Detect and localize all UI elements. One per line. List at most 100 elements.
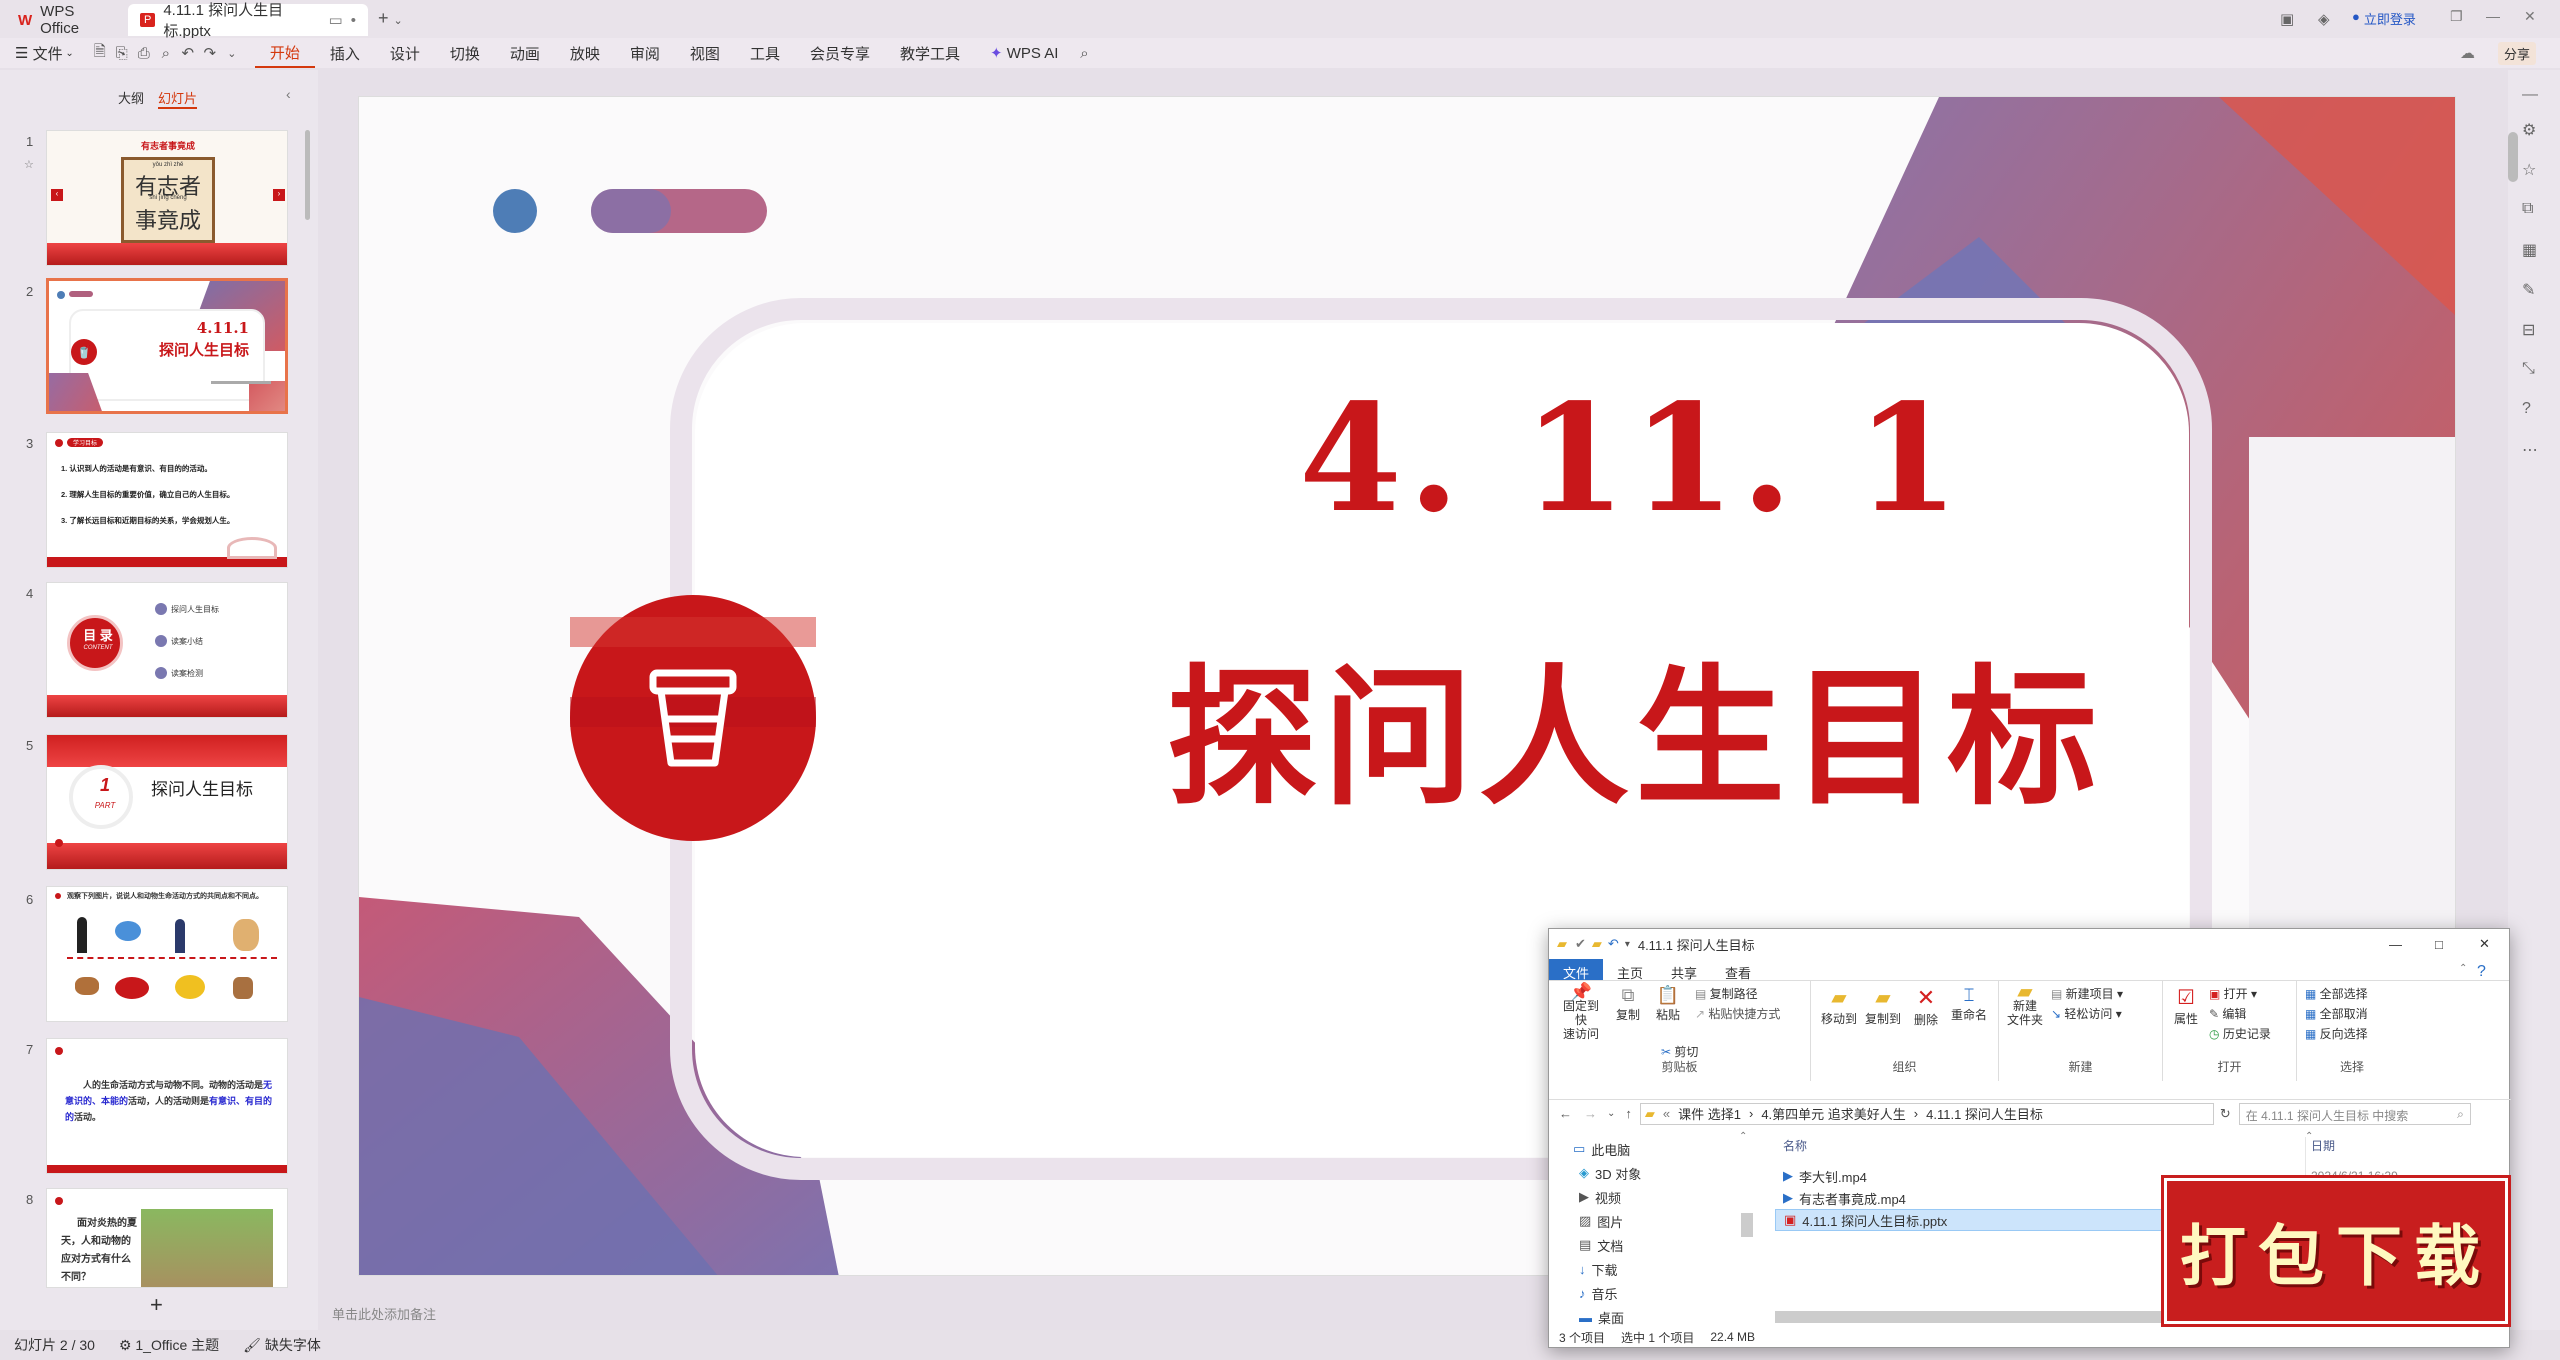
paste-button[interactable]: 📋 粘贴: [1651, 985, 1685, 1023]
nav-downloads[interactable]: ↓ 下载: [1549, 1257, 1757, 1281]
nav-music[interactable]: ♪ 音乐: [1549, 1281, 1757, 1305]
tab-insert[interactable]: 插入: [315, 38, 375, 68]
qa-dropdown-icon[interactable]: ▾: [1625, 939, 1630, 950]
slide-title-text[interactable]: 探问人生目标: [1167, 617, 2103, 834]
close-window-button[interactable]: ✕: [2524, 8, 2536, 25]
nav-videos[interactable]: ▶ 视频: [1549, 1185, 1757, 1209]
tab-view[interactable]: 查看: [1711, 959, 1765, 981]
quick-access-icon[interactable]: ✔: [1575, 936, 1586, 952]
undo-icon[interactable]: ↶: [177, 44, 199, 62]
redo-icon[interactable]: ↷: [199, 44, 221, 62]
column-date-header[interactable]: 日期: [2311, 1137, 2335, 1154]
properties-button[interactable]: ☑ 属性: [2169, 985, 2203, 1027]
tab-teaching[interactable]: 教学工具: [885, 38, 975, 68]
new-folder-icon[interactable]: ▰: [1592, 936, 1602, 952]
document-tab[interactable]: P 4.11.1 探问人生目标.pptx ▭ •: [128, 2, 368, 40]
tab-animation[interactable]: 动画: [495, 38, 555, 68]
outline-tab[interactable]: 大纲: [118, 88, 144, 107]
copy-icon[interactable]: ⧉: [2522, 200, 2533, 218]
monitor-icon[interactable]: ▭: [329, 11, 343, 29]
app-home-tab[interactable]: W WPS Office: [6, 3, 126, 37]
slide-thumb-7[interactable]: 人的生命活动方式与动物不同。动物的活动是无意识的、本能的活动，人的活动则是有意识…: [46, 1038, 288, 1174]
recent-icon[interactable]: ⌄: [1607, 1108, 1615, 1119]
breadcrumb[interactable]: 4.11.1 探问人生目标: [1926, 1104, 2043, 1123]
tab-slideshow[interactable]: 放映: [555, 38, 615, 68]
tab-share[interactable]: 共享: [1657, 959, 1711, 981]
new-item-button[interactable]: ▤ 新建项目 ▾: [2051, 985, 2123, 1002]
tab-design[interactable]: 设计: [375, 38, 435, 68]
download-package-stamp[interactable]: 打包下载: [2164, 1178, 2508, 1324]
nav-desktop[interactable]: ▬ 桌面: [1549, 1305, 1757, 1326]
tab-home[interactable]: 开始: [254, 38, 315, 68]
search-input[interactable]: 在 4.11.1 探问人生目标 中搜索 ⌕: [2238, 1102, 2471, 1125]
copy-to-button[interactable]: ▰ 复制到: [1863, 985, 1903, 1027]
select-none-button[interactable]: ▦ 全部取消: [2305, 1005, 2368, 1022]
pin-button[interactable]: 📌 固定到快 速访问: [1559, 983, 1603, 1041]
slide-thumb-1[interactable]: 有志者事竟成 yǒu zhì zhě 有志者 shì jìng chéng 事竟…: [46, 130, 288, 266]
tools-icon[interactable]: ✎: [2522, 280, 2535, 300]
maximize-icon[interactable]: □: [2435, 937, 2443, 952]
tab-review[interactable]: 审阅: [615, 38, 675, 68]
copy-button[interactable]: ⧉ 复制: [1611, 985, 1645, 1023]
tab-view[interactable]: 视图: [675, 38, 735, 68]
select-all-button[interactable]: ▦ 全部选择: [2305, 985, 2368, 1002]
breadcrumb[interactable]: 课件 选择1: [1678, 1104, 1741, 1123]
delete-button[interactable]: ✕ 删除: [1909, 985, 1943, 1028]
cube-icon[interactable]: ◈: [2318, 10, 2330, 28]
nav-3d-objects[interactable]: ◈ 3D 对象: [1549, 1161, 1757, 1185]
close-tab-icon[interactable]: •: [351, 12, 356, 29]
adjust-icon[interactable]: ⚙: [2522, 120, 2536, 140]
slide-thumb-3[interactable]: 学习目标 1. 认识到人的活动是有意识、有目的的活动。 2. 理解人生目标的重要…: [46, 432, 288, 568]
canvas-scrollbar[interactable]: [2508, 132, 2518, 182]
tab-file[interactable]: 文件: [1549, 959, 1604, 981]
close-icon[interactable]: ✕: [2479, 936, 2490, 952]
history-button[interactable]: ◷ 历史记录: [2209, 1025, 2271, 1042]
notes-field[interactable]: 单击此处添加备注: [320, 1296, 1520, 1328]
new-folder-button[interactable]: ▰ 新建 文件夹: [2005, 982, 2045, 1027]
slide-thumb-5[interactable]: 1 PART 探问人生目标: [46, 734, 288, 870]
export-icon[interactable]: ⎘: [111, 45, 133, 62]
image-icon[interactable]: ▦: [2522, 240, 2537, 260]
slides-tab[interactable]: 幻灯片: [158, 88, 198, 109]
missing-font-button[interactable]: 🖌 缺失字体: [243, 1335, 321, 1355]
copy-path-button[interactable]: ▤ 复制路径: [1695, 985, 1758, 1002]
transform-icon[interactable]: ⤡: [2522, 360, 2535, 378]
nav-scrollbar[interactable]: [1741, 1213, 1753, 1237]
layout-icon[interactable]: ▣: [2280, 10, 2294, 28]
cloud-icon[interactable]: ☁: [2460, 44, 2475, 62]
save-icon[interactable]: 🗎: [89, 41, 111, 66]
slide-thumb-4[interactable]: 目 录 CONTENT 探问人生目标 读案小结 读案检测: [46, 582, 288, 718]
move-to-button[interactable]: ▰ 移动到: [1819, 985, 1859, 1027]
minus-icon[interactable]: —: [2522, 86, 2538, 104]
scroll-up-icon[interactable]: ⌃: [1739, 1131, 1747, 1142]
slide-thumb-2[interactable]: 🥤 4.11.1 探问人生目标: [46, 278, 288, 414]
slide-title-number[interactable]: 4. 11. 1: [1059, 371, 2455, 545]
panel-scrollbar[interactable]: [305, 130, 310, 220]
share-button[interactable]: 分享: [2498, 42, 2537, 65]
tab-transition[interactable]: 切换: [435, 38, 495, 68]
preview-icon[interactable]: ⌕: [155, 45, 177, 62]
star-icon[interactable]: ☆: [2522, 160, 2536, 180]
login-button[interactable]: ● 立即登录: [2352, 9, 2416, 28]
tab-home[interactable]: 主页: [1603, 959, 1657, 981]
slide-thumb-6[interactable]: 观察下列图片，说说人和动物生命活动方式的共同点和不同点。: [46, 886, 288, 1022]
restore-icon[interactable]: ❐: [2450, 8, 2463, 25]
tab-tools[interactable]: 工具: [735, 38, 795, 68]
search-icon[interactable]: ⌕: [1073, 45, 1095, 62]
more-chevron-icon[interactable]: ⌄: [221, 47, 243, 60]
breadcrumb[interactable]: 4.第四单元 追求美好人生: [1761, 1104, 1905, 1123]
help-icon[interactable]: ?: [2522, 400, 2531, 418]
rename-button[interactable]: ⌶ 重命名: [1947, 985, 1991, 1023]
add-slide-button[interactable]: +: [150, 1292, 163, 1318]
nav-this-pc[interactable]: ▭ 此电脑: [1549, 1137, 1757, 1161]
minimize-button[interactable]: —: [2486, 8, 2500, 24]
nav-documents[interactable]: ▤ 文档: [1549, 1233, 1757, 1257]
menu-file[interactable]: ☰ 文件 ⌄: [0, 38, 89, 68]
forward-icon[interactable]: →: [1584, 1106, 1597, 1121]
paste-shortcut-button[interactable]: ↗ 粘贴快捷方式: [1695, 1005, 1780, 1022]
column-name-header[interactable]: 名称: [1783, 1137, 1807, 1154]
expand-ribbon-icon[interactable]: ⌃: [2459, 963, 2467, 974]
wps-ai-button[interactable]: ✦ WPS AI: [975, 38, 1073, 68]
undo-icon[interactable]: ↶: [1608, 936, 1619, 952]
theme-name[interactable]: ⚙ 1_Office 主题: [119, 1335, 219, 1355]
